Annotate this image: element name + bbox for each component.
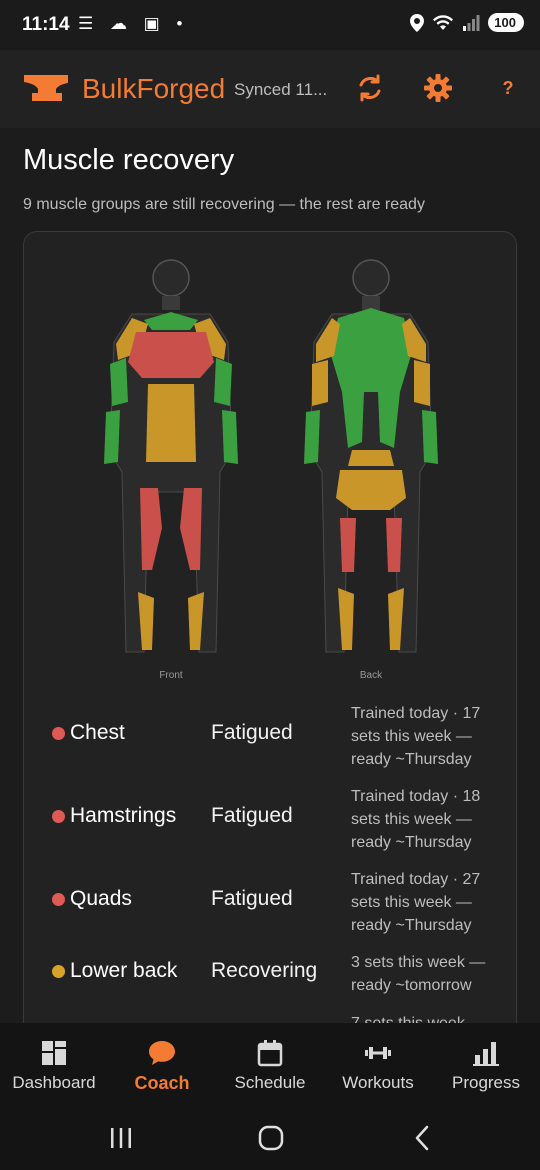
bar-chart-icon bbox=[473, 1042, 499, 1066]
settings-button[interactable] bbox=[420, 70, 456, 106]
nav-coach[interactable]: Coach bbox=[108, 1023, 216, 1103]
calendar-icon bbox=[257, 1040, 283, 1067]
recovery-card: Front Back Chest Fatigued Trained today … bbox=[23, 231, 517, 1023]
nav-label: Coach bbox=[134, 1073, 190, 1093]
system-nav bbox=[0, 1103, 540, 1170]
back-figure: Back bbox=[304, 259, 438, 681]
nav-label: Schedule bbox=[234, 1073, 306, 1092]
status-bar: 11:14 ☰ ☁ ▣ • 100 bbox=[0, 0, 540, 50]
status-dot bbox=[52, 727, 65, 740]
muscle-description: Trained today · 18 sets this week — read… bbox=[351, 788, 481, 851]
nav-schedule[interactable]: Schedule bbox=[216, 1023, 324, 1103]
notification-icons: ☰ ☁ ▣ • bbox=[78, 14, 189, 33]
front-label: Front bbox=[159, 670, 183, 681]
location-icon bbox=[410, 13, 425, 32]
app-brand: BulkForged bbox=[82, 73, 226, 104]
body-map: Front Back bbox=[104, 259, 438, 681]
back-icon[interactable] bbox=[408, 1123, 438, 1153]
muscle-description: 3 sets this week — ready ~tomorrow bbox=[351, 954, 486, 994]
recent-apps-icon[interactable] bbox=[106, 1123, 136, 1153]
muscle-status: Fatigued bbox=[211, 887, 293, 910]
muscle-status: Recovering bbox=[211, 959, 318, 982]
battery-indicator: 100 bbox=[488, 13, 524, 32]
page-title: Muscle recovery bbox=[23, 144, 235, 176]
nav-workouts[interactable]: Workouts bbox=[324, 1023, 432, 1103]
muscle-name: Hamstrings bbox=[70, 804, 177, 827]
muscle-name: Lower back bbox=[70, 959, 178, 982]
muscle-status: Fatigued bbox=[211, 721, 293, 744]
help-button[interactable]: ? bbox=[490, 70, 526, 106]
dumbbell-icon bbox=[365, 1047, 391, 1059]
status-dot bbox=[52, 893, 65, 906]
sync-status: Synced 11... bbox=[234, 80, 328, 99]
status-dot bbox=[52, 810, 65, 823]
back-label: Back bbox=[360, 670, 383, 681]
signal-icon bbox=[463, 14, 480, 31]
status-time: 11:14 bbox=[22, 14, 70, 35]
bottom-nav: Dashboard Coach Schedule Workouts Progre… bbox=[0, 1023, 540, 1103]
muscle-name: Chest bbox=[70, 721, 125, 744]
main-content[interactable]: Muscle recovery 9 muscle groups are stil… bbox=[0, 128, 540, 1023]
nav-label: Dashboard bbox=[12, 1073, 96, 1092]
muscle-status: Fatigued bbox=[211, 804, 293, 827]
muscle-description: 7 sets this week — bbox=[351, 1012, 501, 1023]
muscle-description: Trained today · 17 sets this week — read… bbox=[351, 705, 481, 768]
muscle-name: Quads bbox=[70, 887, 132, 910]
dashboard-icon bbox=[42, 1041, 66, 1065]
wifi-icon bbox=[433, 14, 454, 30]
home-icon[interactable] bbox=[256, 1123, 286, 1153]
gear-icon bbox=[424, 74, 452, 102]
nav-progress[interactable]: Progress bbox=[432, 1023, 540, 1103]
nav-label: Progress bbox=[451, 1073, 521, 1092]
status-right: 100 bbox=[410, 13, 524, 32]
nav-dashboard[interactable]: Dashboard bbox=[0, 1023, 108, 1103]
anvil-logo-icon bbox=[24, 75, 68, 101]
app-bar: BulkForged Synced 11... ? bbox=[0, 50, 540, 128]
sync-icon bbox=[359, 74, 381, 102]
status-dot bbox=[52, 965, 65, 978]
chat-bubble-icon bbox=[149, 1041, 175, 1065]
nav-label: Workouts bbox=[342, 1073, 414, 1092]
muscle-description: Trained today · 27 sets this week — read… bbox=[351, 871, 481, 934]
sync-button[interactable] bbox=[352, 70, 388, 106]
page-subtitle: 9 muscle groups are still recovering — t… bbox=[23, 196, 425, 213]
front-figure: Front bbox=[104, 259, 238, 681]
